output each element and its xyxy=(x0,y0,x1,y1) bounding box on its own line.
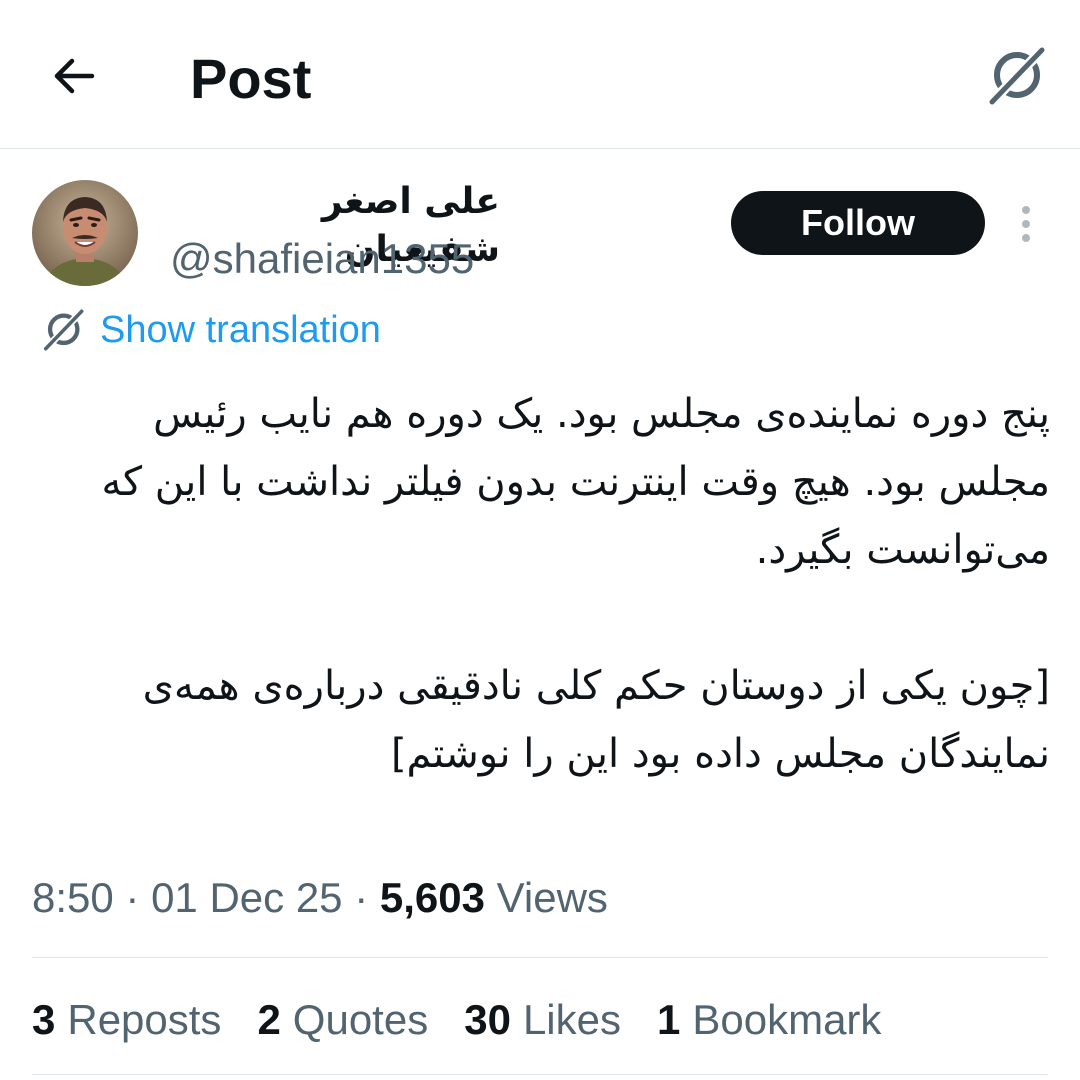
translate-icon xyxy=(987,45,1047,107)
likes-stat[interactable]: 30 Likes xyxy=(464,996,621,1044)
views-label: Views xyxy=(496,874,608,921)
translate-button[interactable] xyxy=(980,40,1052,112)
more-options-button[interactable] xyxy=(1006,196,1046,252)
post-paragraph: پنج دوره نماینده‌ی مجلس بود. یک دوره هم … xyxy=(101,391,1050,573)
divider xyxy=(32,1074,1048,1075)
likes-count: 30 xyxy=(464,996,511,1043)
quotes-stat[interactable]: 2 Quotes xyxy=(257,996,428,1044)
translate-icon xyxy=(42,307,86,353)
post-meta: 8:50 · 01 Dec 25 · 5,603 Views xyxy=(32,868,608,928)
meta-separator: · xyxy=(354,874,380,921)
back-button[interactable] xyxy=(44,46,104,106)
meta-separator: · xyxy=(125,874,152,921)
quotes-label: Quotes xyxy=(292,996,429,1043)
author-handle[interactable]: @shafieian1355 xyxy=(170,234,474,284)
page-title: Post xyxy=(190,47,312,110)
post-text: پنج دوره نماینده‌ی مجلس بود. یک دوره هم … xyxy=(60,380,1050,788)
quotes-count: 2 xyxy=(257,996,281,1043)
post-page: Post علی اصغر شفیعیان @shafieian1355 Fol… xyxy=(0,0,1080,1080)
likes-label: Likes xyxy=(522,996,621,1043)
show-translation-label: Show translation xyxy=(100,309,381,351)
avatar[interactable] xyxy=(32,180,138,286)
reposts-label: Reposts xyxy=(67,996,222,1043)
arrow-left-icon xyxy=(54,58,95,94)
show-translation-link[interactable]: Show translation xyxy=(40,302,381,358)
bookmarks-label: Bookmark xyxy=(692,996,882,1043)
views-count: 5,603 xyxy=(379,874,485,921)
top-bar: Post xyxy=(0,0,1080,149)
more-vertical-icon xyxy=(1022,206,1030,242)
bookmarks-count: 1 xyxy=(657,996,681,1043)
divider xyxy=(32,957,1048,958)
reposts-stat[interactable]: 3 Reposts xyxy=(32,996,221,1044)
post-time[interactable]: 8:50 xyxy=(32,874,114,921)
post-date[interactable]: 01 Dec 25 xyxy=(151,874,342,921)
reposts-count: 3 xyxy=(32,996,56,1043)
avatar-photo xyxy=(32,180,138,286)
post-paragraph: [چون یکی از دوستان حکم کلی نادقیقی دربار… xyxy=(142,663,1050,777)
engagement-stats: 3 Reposts 2 Quotes 30 Likes 1 Bookmark xyxy=(32,990,917,1050)
follow-button[interactable]: Follow xyxy=(731,191,985,255)
bookmarks-stat[interactable]: 1 Bookmark xyxy=(657,996,881,1044)
